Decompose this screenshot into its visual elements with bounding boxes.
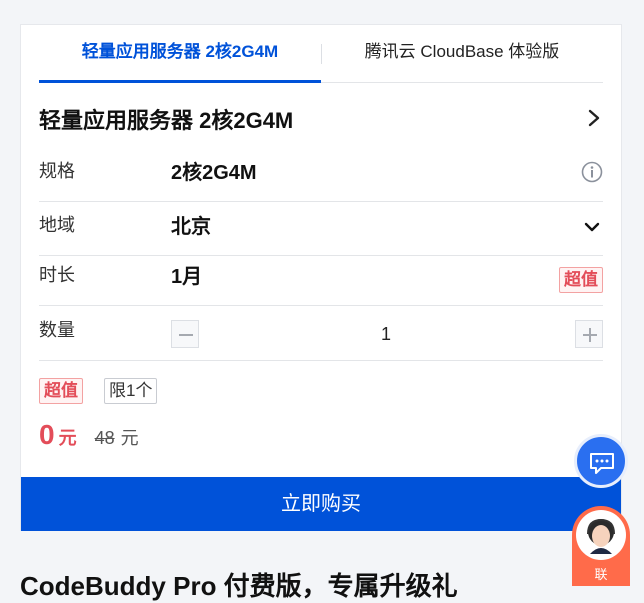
price-current-unit: 元 — [58, 428, 77, 448]
minus-icon — [179, 334, 193, 336]
product-title: 轻量应用服务器 2核2G4M — [39, 108, 294, 133]
agent-label: 联 — [594, 567, 608, 582]
customer-service-avatar[interactable]: 联 — [572, 506, 630, 586]
quantity-input[interactable]: 1 — [199, 320, 573, 348]
price-original-unit: 元 — [120, 428, 139, 448]
chevron-down-icon[interactable] — [583, 221, 601, 235]
duration-value[interactable]: 1月 — [171, 253, 202, 301]
quantity-decrease-button[interactable] — [171, 320, 199, 348]
product-tabs: 轻量应用服务器 2核2G4M 腾讯云 CloudBase 体验版 — [39, 25, 603, 83]
deal-tag: 超值 — [39, 378, 83, 404]
section-heading: CodeBuddy Pro 付费版，专属升级礼 — [20, 571, 458, 601]
spec-row: 规格 2核2G4M — [39, 147, 603, 202]
avatar — [576, 510, 626, 560]
region-label: 地域 — [39, 215, 75, 235]
quantity-increase-button[interactable] — [575, 320, 603, 348]
chevron-right-icon[interactable] — [585, 107, 603, 129]
tab-lighthouse-server[interactable]: 轻量应用服务器 2核2G4M — [39, 25, 321, 83]
limit-tag: 限1个 — [104, 378, 158, 404]
info-icon[interactable] — [581, 161, 603, 183]
spec-value: 2核2G4M — [171, 162, 257, 184]
region-row[interactable]: 地域 北京 — [39, 201, 603, 256]
agent-portrait-icon — [587, 518, 615, 554]
buy-now-button[interactable]: 立即购买 — [21, 477, 621, 531]
quantity-row: 数量 1 — [39, 306, 603, 361]
tab-cloudbase[interactable]: 腾讯云 CloudBase 体验版 — [321, 25, 603, 82]
price-original: 48 — [94, 428, 115, 448]
chat-icon — [590, 453, 614, 474]
deal-badge: 超值 — [559, 267, 603, 293]
duration-label: 时长 — [39, 265, 75, 285]
chat-button[interactable] — [574, 434, 628, 488]
plus-icon — [583, 328, 597, 342]
quantity-label: 数量 — [39, 320, 75, 340]
product-card: 轻量应用服务器 2核2G4M 腾讯云 CloudBase 体验版 轻量应用服务器… — [20, 24, 622, 531]
price-current: 0 — [39, 419, 55, 450]
duration-row: 时长 1月 超值 — [39, 251, 603, 306]
price-block: 0 元 48 元 — [39, 419, 139, 451]
region-value[interactable]: 北京 — [171, 203, 211, 251]
spec-label: 规格 — [39, 161, 75, 181]
